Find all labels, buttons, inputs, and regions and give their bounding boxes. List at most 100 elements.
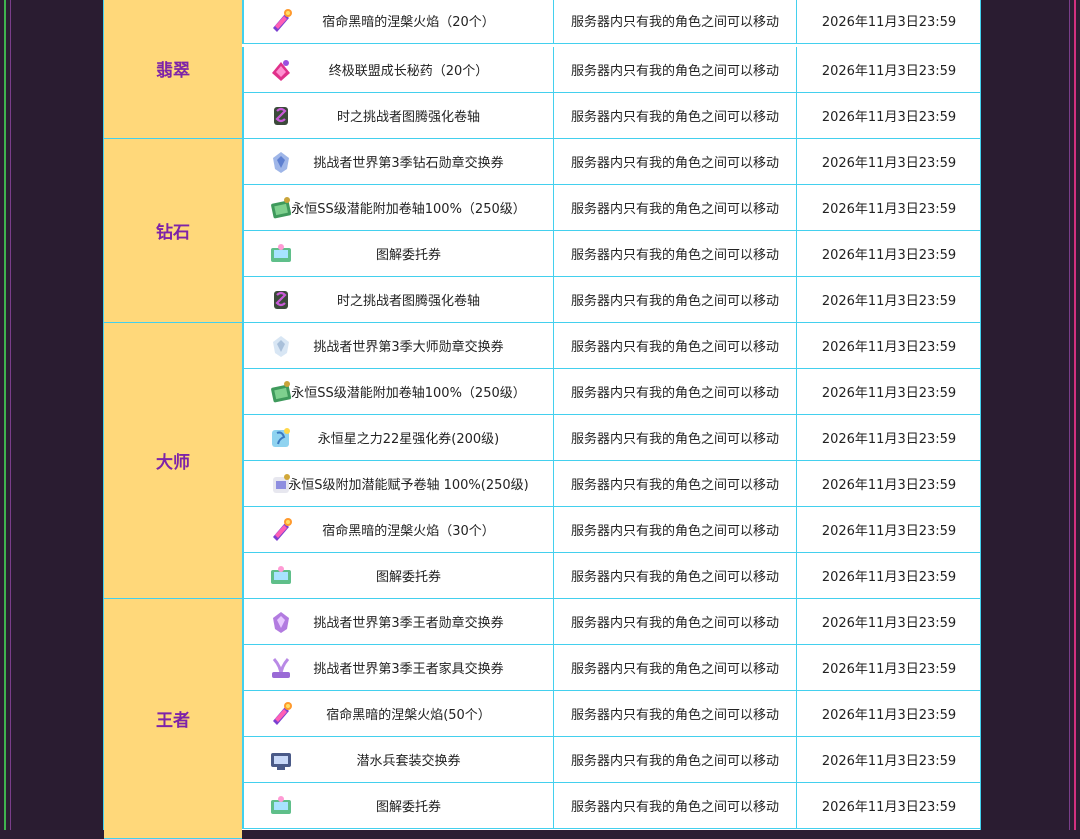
trade-restriction: 服务器内只有我的角色之间可以移动	[570, 616, 779, 631]
trade-restriction: 服务器内只有我的角色之间可以移动	[570, 156, 779, 171]
item-cell: 挑战者世界第3季王者家具交换券	[242, 645, 554, 690]
expire-cell: 2026年11月3日23:59	[797, 231, 981, 276]
tier-cell-champion: 王者	[104, 599, 242, 839]
right-pink-border	[1074, 0, 1076, 830]
trade-restriction: 服务器内只有我的角色之间可以移动	[570, 202, 779, 217]
potential-scroll-icon	[268, 379, 294, 405]
expire-date: 2026年11月3日23:59	[821, 15, 957, 30]
expire-cell: 2026年11月3日23:59	[797, 553, 981, 598]
expire-cell: 2026年11月3日23:59	[797, 691, 981, 736]
item-name: 图解委托券	[375, 248, 441, 263]
item-cell: 挑战者世界第3季王者勋章交换券	[242, 599, 554, 644]
codex-ticket-icon	[268, 241, 294, 267]
item-name: 图解委托券	[375, 800, 441, 815]
table-row: 时之挑战者图腾强化卷轴 服务器内只有我的角色之间可以移动 2026年11月3日23:…	[242, 93, 981, 139]
table-row: 永恒S级附加潜能赋予卷轴 100%(250级) 服务器内只有我的角色之间可以移动 2…	[242, 461, 981, 507]
trade-restriction: 服务器内只有我的角色之间可以移动	[570, 754, 779, 769]
item-name: 时之挑战者图腾强化卷轴	[336, 294, 480, 309]
item-cell: 永恒S级附加潜能赋予卷轴 100%(250级)	[242, 461, 554, 506]
flame-potion-icon	[268, 8, 294, 34]
expire-date: 2026年11月3日23:59	[821, 294, 957, 309]
trade-cell: 服务器内只有我的角色之间可以移动	[554, 231, 797, 276]
expire-date: 2026年11月3日23:59	[821, 708, 957, 723]
expire-cell: 2026年11月3日23:59	[797, 369, 981, 414]
trade-cell: 服务器内只有我的角色之间可以移动	[554, 507, 797, 552]
item-cell: 永恒SS级潜能附加卷轴100%（250级）	[242, 369, 554, 414]
item-name: 挑战者世界第3季钻石勋章交换券	[313, 156, 504, 171]
expire-cell: 2026年11月3日23:59	[797, 185, 981, 230]
codex-ticket-icon	[268, 793, 294, 819]
totem-scroll-icon	[268, 287, 294, 313]
item-cell: 时之挑战者图腾强化卷轴	[242, 93, 554, 138]
expire-date: 2026年11月3日23:59	[821, 478, 957, 493]
item-cell: 挑战者世界第3季大师勋章交换券	[242, 323, 554, 368]
trade-restriction: 服务器内只有我的角色之间可以移动	[570, 478, 779, 493]
tier-cell-master: 大师	[104, 323, 242, 599]
item-name: 潜水兵套装交换券	[356, 754, 461, 769]
expire-cell: 2026年11月3日23:59	[797, 47, 981, 92]
expire-date: 2026年11月3日23:59	[821, 156, 957, 171]
tier-cell-diamond: 钻石	[104, 139, 242, 323]
tier-label: 王者	[156, 711, 190, 731]
item-name: 永恒星之力22星强化券(200级)	[317, 432, 500, 447]
flame-potion-icon	[268, 517, 294, 543]
right-margin	[972, 0, 1069, 830]
right-purple-border	[1069, 0, 1070, 830]
trade-restriction: 服务器内只有我的角色之间可以移动	[570, 15, 779, 30]
growth-potion-icon	[268, 57, 294, 83]
item-cell: 宿命黑暗的涅槃火焰（30个）	[242, 507, 554, 552]
table-row: 终极联盟成长秘药（20个） 服务器内只有我的角色之间可以移动 2026年11月3日2…	[242, 47, 981, 93]
item-name: 宿命黑暗的涅槃火焰（20个）	[322, 15, 495, 30]
item-name: 永恒S级附加潜能赋予卷轴 100%(250级)	[288, 478, 529, 493]
table-row: 时之挑战者图腾强化卷轴 服务器内只有我的角色之间可以移动 2026年11月3日23:…	[242, 277, 981, 323]
trade-cell: 服务器内只有我的角色之间可以移动	[554, 185, 797, 230]
trade-restriction: 服务器内只有我的角色之间可以移动	[570, 524, 779, 539]
item-name: 挑战者世界第3季王者家具交换券	[313, 662, 504, 677]
master-medal-icon	[268, 333, 294, 359]
trade-cell: 服务器内只有我的角色之间可以移动	[554, 277, 797, 322]
left-green-border	[4, 0, 6, 830]
trade-cell: 服务器内只有我的角色之间可以移动	[554, 415, 797, 460]
item-name: 挑战者世界第3季大师勋章交换券	[313, 340, 504, 355]
expire-cell: 2026年11月3日23:59	[797, 783, 981, 828]
diamond-medal-icon	[268, 149, 294, 175]
expire-date: 2026年11月3日23:59	[821, 64, 957, 79]
item-cell: 永恒SS级潜能附加卷轴100%（250级）	[242, 185, 554, 230]
trade-cell: 服务器内只有我的角色之间可以移动	[554, 783, 797, 828]
item-cell: 挑战者世界第3季钻石勋章交换券	[242, 139, 554, 184]
trade-cell: 服务器内只有我的角色之间可以移动	[554, 323, 797, 368]
starforce-scroll-icon	[268, 425, 294, 451]
trade-restriction: 服务器内只有我的角色之间可以移动	[570, 708, 779, 723]
trade-restriction: 服务器内只有我的角色之间可以移动	[570, 340, 779, 355]
trade-cell: 服务器内只有我的角色之间可以移动	[554, 139, 797, 184]
reward-table: 翡翠 钻石 大师 王者 宿命黑暗的涅槃火焰（20个） 服务器内只有我的角色之间可以…	[103, 0, 981, 839]
expire-cell: 2026年11月3日23:59	[797, 599, 981, 644]
table-row: 图解委托券 服务器内只有我的角色之间可以移动 2026年11月3日23:59	[242, 231, 981, 277]
table-row: 宿命黑暗的涅槃火焰（20个） 服务器内只有我的角色之间可以移动 2026年11月3日…	[242, 0, 981, 44]
item-name: 永恒SS级潜能附加卷轴100%（250级）	[291, 386, 526, 401]
expire-cell: 2026年11月3日23:59	[797, 415, 981, 460]
expire-cell: 2026年11月3日23:59	[797, 323, 981, 368]
trade-restriction: 服务器内只有我的角色之间可以移动	[570, 662, 779, 677]
expire-cell: 2026年11月3日23:59	[797, 461, 981, 506]
item-cell: 永恒星之力22星强化券(200级)	[242, 415, 554, 460]
expire-date: 2026年11月3日23:59	[821, 110, 957, 125]
trade-restriction: 服务器内只有我的角色之间可以移动	[570, 800, 779, 815]
tier-label: 大师	[156, 453, 190, 473]
trade-cell: 服务器内只有我的角色之间可以移动	[554, 553, 797, 598]
expire-date: 2026年11月3日23:59	[821, 432, 957, 447]
flame-potion-icon	[268, 701, 294, 727]
tier-label: 钻石	[156, 223, 190, 243]
table-row: 图解委托券 服务器内只有我的角色之间可以移动 2026年11月3日23:59	[242, 553, 981, 599]
expire-cell: 2026年11月3日23:59	[797, 139, 981, 184]
table-row: 永恒SS级潜能附加卷轴100%（250级） 服务器内只有我的角色之间可以移动 202…	[242, 185, 981, 231]
trade-cell: 服务器内只有我的角色之间可以移动	[554, 599, 797, 644]
left-purple-border	[10, 0, 11, 830]
trade-cell: 服务器内只有我的角色之间可以移动	[554, 0, 797, 43]
expire-cell: 2026年11月3日23:59	[797, 277, 981, 322]
trade-restriction: 服务器内只有我的角色之间可以移动	[570, 64, 779, 79]
trade-restriction: 服务器内只有我的角色之间可以移动	[570, 386, 779, 401]
expire-date: 2026年11月3日23:59	[821, 616, 957, 631]
trade-cell: 服务器内只有我的角色之间可以移动	[554, 645, 797, 690]
expire-date: 2026年11月3日23:59	[821, 202, 957, 217]
